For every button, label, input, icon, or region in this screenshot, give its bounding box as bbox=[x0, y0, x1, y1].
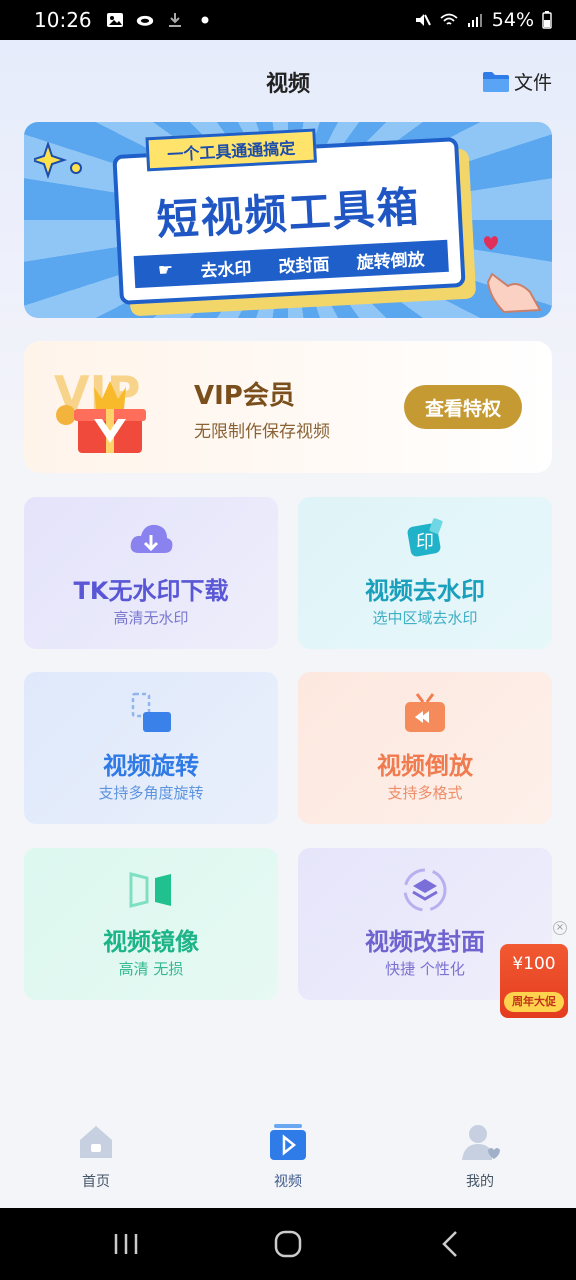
signal-icon bbox=[467, 14, 482, 27]
tab-label: 视频 bbox=[274, 1174, 302, 1190]
rotate-icon bbox=[131, 692, 171, 732]
image-icon bbox=[106, 13, 123, 27]
tool-subtitle: 高清无水印 bbox=[113, 609, 189, 627]
vip-card[interactable]: VIP VIP会员 无限制作保存视频 查看特权 bbox=[24, 341, 552, 473]
system-nav-bar bbox=[0, 1208, 576, 1280]
tab-label: 首页 bbox=[82, 1174, 110, 1190]
bottom-tab-bar: 首页 视频 我的 bbox=[0, 1110, 576, 1208]
mute-icon bbox=[415, 14, 431, 26]
svg-text:印: 印 bbox=[416, 532, 434, 553]
vip-gift-icon: VIP bbox=[54, 366, 146, 453]
tool-title: 视频倒放 bbox=[377, 752, 473, 780]
file-button[interactable]: 文件 bbox=[482, 68, 552, 95]
tool-title: 视频旋转 bbox=[103, 752, 199, 780]
status-time: 10:26 bbox=[34, 8, 92, 32]
banner-feature: 旋转倒放 bbox=[356, 249, 426, 274]
tool-reverse[interactable]: 视频倒放 支持多格式 bbox=[298, 672, 552, 824]
file-label: 文件 bbox=[513, 72, 552, 94]
mirror-icon bbox=[129, 872, 171, 908]
promo-banner[interactable]: 一个工具通通搞定 短视频工具箱 ☛ 去水印 改封面 旋转倒放 bbox=[24, 122, 552, 318]
tool-title: 视频去水印 bbox=[365, 577, 485, 605]
tool-remove-watermark[interactable]: 印 视频去水印 选中区域去水印 bbox=[298, 497, 552, 649]
anniversary-promo[interactable]: ¥100 周年大促 bbox=[500, 944, 568, 1018]
wifi-icon bbox=[440, 13, 458, 25]
promo-amount: ¥100 bbox=[512, 954, 556, 974]
tab-video[interactable]: 视频 bbox=[218, 1110, 358, 1208]
download-icon bbox=[168, 13, 181, 27]
banner-ticket: 一个工具通通搞定 短视频工具箱 ☛ 去水印 改封面 旋转倒放 bbox=[112, 128, 466, 305]
heart-hand-icon bbox=[484, 236, 542, 314]
pointing-hand-icon: ☛ bbox=[157, 260, 174, 281]
vip-subtitle: 无限制作保存视频 bbox=[194, 422, 330, 442]
recents-icon[interactable] bbox=[106, 1228, 146, 1260]
tool-title: TK无水印下载 bbox=[73, 577, 229, 605]
rewind-tv-icon bbox=[405, 693, 445, 732]
banner-features: ☛ 去水印 改封面 旋转倒放 bbox=[133, 239, 449, 289]
home-icon bbox=[80, 1126, 112, 1158]
promo-close-button[interactable]: × bbox=[553, 921, 567, 935]
cloud-icon bbox=[136, 15, 153, 26]
tab-label: 我的 bbox=[466, 1174, 494, 1190]
stamp-icon: 印 bbox=[407, 518, 443, 557]
battery-percent: 54% bbox=[491, 9, 534, 31]
back-icon[interactable] bbox=[430, 1228, 470, 1260]
tool-subtitle: 支持多格式 bbox=[387, 784, 463, 802]
tab-home[interactable]: 首页 bbox=[26, 1110, 166, 1208]
promo-tag: 周年大促 bbox=[504, 992, 564, 1012]
tool-subtitle: 选中区域去水印 bbox=[372, 609, 478, 627]
status-bar: 10:26 54% bbox=[0, 0, 576, 40]
tool-rotate[interactable]: 视频旋转 支持多角度旋转 bbox=[24, 672, 278, 824]
banner-headline: 短视频工具箱 bbox=[155, 182, 422, 245]
battery-icon bbox=[542, 11, 552, 29]
banner-tag: 一个工具通通搞定 bbox=[145, 128, 317, 172]
app-header: 视频 文件 bbox=[0, 40, 576, 124]
video-icon bbox=[270, 1124, 306, 1160]
view-privileges-button[interactable]: 查看特权 bbox=[404, 385, 522, 429]
layers-icon bbox=[403, 868, 447, 912]
tab-mine[interactable]: 我的 bbox=[410, 1110, 550, 1208]
page-title: 视频 bbox=[265, 72, 310, 97]
dot-icon bbox=[201, 16, 209, 24]
cloud-download-icon bbox=[130, 524, 173, 553]
tool-tk-download[interactable]: TK无水印下载 高清无水印 bbox=[24, 497, 278, 649]
tool-subtitle: 高清 无损 bbox=[118, 960, 184, 978]
folder-icon bbox=[482, 71, 509, 92]
banner-feature: 改封面 bbox=[278, 254, 331, 278]
tool-title: 视频镜像 bbox=[103, 928, 199, 956]
home-circle-icon[interactable] bbox=[268, 1228, 308, 1260]
banner-feature: 去水印 bbox=[200, 258, 252, 282]
sparkle-icon bbox=[34, 142, 82, 180]
tool-mirror[interactable]: 视频镜像 高清 无损 bbox=[24, 848, 278, 1000]
profile-icon bbox=[462, 1125, 500, 1160]
tool-subtitle: 支持多角度旋转 bbox=[98, 784, 204, 802]
vip-title: VIP会员 bbox=[194, 381, 295, 411]
